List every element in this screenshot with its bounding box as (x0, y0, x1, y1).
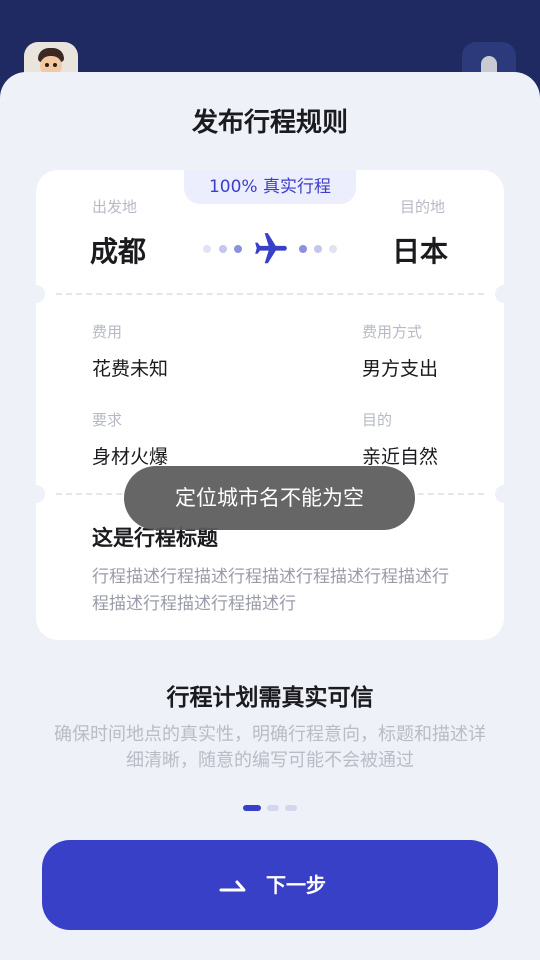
purpose-label: 目的 (362, 411, 393, 429)
next-step-label: 下一步 (266, 873, 326, 897)
pager-dot (285, 805, 297, 811)
origin-label: 出发地 (92, 198, 138, 216)
requirement-label: 要求 (92, 411, 123, 429)
trip-card: 100% 真实行程 出发地 目的地 成都 日本 费用 费用方式 花费未知 男方支… (27, 170, 513, 640)
requirement-value: 身材火爆 (92, 446, 169, 468)
trip-description: 行程描述行程描述行程描述行程描述行程描述行程描述行程描述行程描述行 (92, 567, 449, 614)
payment-value: 男方支出 (362, 358, 439, 380)
fee-value: 花费未知 (92, 358, 169, 380)
destination-label: 目的地 (400, 198, 446, 216)
rule-description: 确保时间地点的真实性，明确行程意向，标题和描述详细清晰，随意的编写可能不会被通过 (54, 724, 486, 771)
toast-message: 定位城市名不能为空 (124, 466, 415, 530)
destination-city: 日本 (392, 235, 449, 268)
origin-city: 成都 (90, 235, 147, 268)
rule-heading: 行程计划需真实可信 (166, 685, 374, 711)
pager-dot-active (243, 805, 261, 811)
airplane-icon (255, 233, 287, 264)
payment-label: 费用方式 (362, 323, 423, 341)
page-title: 发布行程规则 (191, 108, 348, 138)
divider (56, 293, 484, 295)
purpose-value: 亲近自然 (362, 446, 439, 468)
real-trip-badge: 100% 真实行程 (184, 170, 356, 204)
arrow-icon (219, 880, 246, 892)
fee-label: 费用 (92, 323, 123, 341)
next-step-button[interactable]: 下一步 (42, 840, 498, 930)
pager-dot (267, 805, 279, 811)
